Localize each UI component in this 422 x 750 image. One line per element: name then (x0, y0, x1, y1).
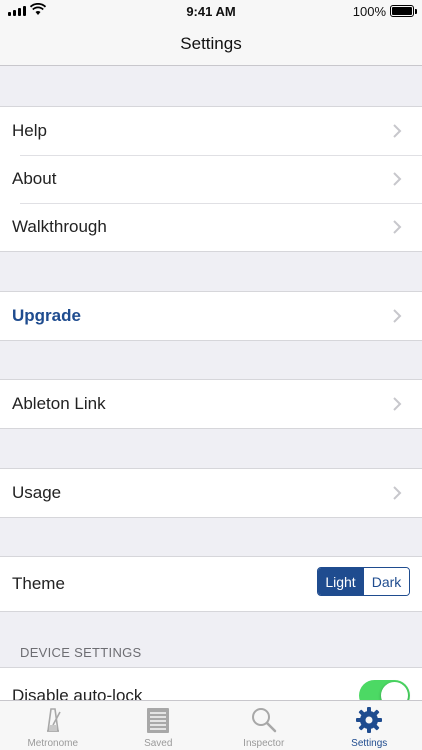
tab-inspector[interactable]: Inspector (211, 701, 317, 750)
status-bar: 9:41 AM 100% (0, 0, 422, 22)
usage-group: Usage (0, 468, 422, 518)
chevron-right-icon (393, 486, 402, 500)
gear-icon (356, 707, 383, 733)
usage-row[interactable]: Usage (0, 469, 422, 517)
theme-dark-option[interactable]: Dark (363, 568, 409, 595)
theme-light-option[interactable]: Light (318, 568, 363, 595)
chevron-right-icon (393, 172, 402, 186)
theme-segmented-control[interactable]: Light Dark (317, 567, 410, 596)
battery-icon (390, 5, 417, 17)
help-label: Help (12, 121, 47, 140)
ableton-link-row[interactable]: Ableton Link (0, 380, 422, 428)
info-group: Help About Walkthrough (0, 106, 422, 252)
search-icon (251, 708, 276, 733)
upgrade-row[interactable]: Upgrade (0, 292, 422, 340)
device-settings-header: DEVICE SETTINGS (20, 645, 142, 660)
upgrade-label: Upgrade (12, 306, 81, 325)
tab-saved-label: Saved (144, 738, 173, 749)
tab-bar: Metronome Saved Inspector Settings (0, 700, 422, 750)
theme-label: Theme (12, 574, 65, 593)
tab-saved[interactable]: Saved (106, 701, 212, 750)
tab-settings[interactable]: Settings (317, 701, 422, 750)
chevron-right-icon (393, 220, 402, 234)
upgrade-group: Upgrade (0, 291, 422, 341)
ableton-group: Ableton Link (0, 379, 422, 429)
chevron-right-icon (393, 309, 402, 323)
theme-row: Theme Light Dark (0, 557, 422, 611)
tab-metronome-label: Metronome (27, 738, 79, 749)
usage-label: Usage (12, 483, 62, 502)
saved-list-icon (147, 708, 170, 733)
ableton-link-label: Ableton Link (12, 394, 106, 413)
theme-group: Theme Light Dark (0, 556, 422, 612)
tab-settings-label: Settings (351, 738, 388, 749)
tab-inspector-label: Inspector (243, 738, 285, 749)
about-row[interactable]: About (0, 155, 422, 203)
chevron-right-icon (393, 397, 402, 411)
navigation-bar: Settings (0, 22, 422, 66)
tab-metronome[interactable]: Metronome (0, 701, 106, 750)
help-row[interactable]: Help (0, 107, 422, 155)
about-label: About (12, 169, 57, 188)
walkthrough-label: Walkthrough (12, 217, 107, 236)
battery-percentage: 100% (352, 4, 386, 19)
chevron-right-icon (393, 124, 402, 138)
walkthrough-row[interactable]: Walkthrough (0, 203, 422, 251)
page-title: Settings (180, 34, 242, 53)
metronome-icon (46, 708, 61, 732)
